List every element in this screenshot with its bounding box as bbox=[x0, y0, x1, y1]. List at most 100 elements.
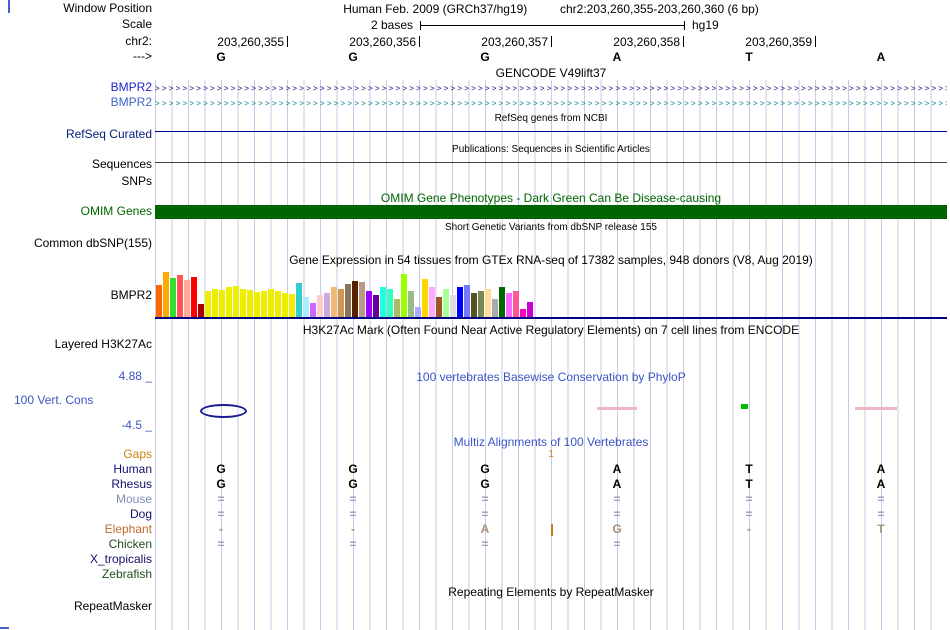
gtex-bar bbox=[261, 291, 267, 318]
gtex-bar bbox=[240, 289, 246, 318]
gencode-gene-label-1[interactable]: BMPR2 bbox=[111, 81, 152, 94]
gtex-bar bbox=[471, 293, 477, 318]
gtex-bar bbox=[506, 293, 512, 318]
ruler-base: G bbox=[480, 50, 490, 64]
species-label-dog: Dog bbox=[129, 507, 152, 521]
ruler-base: T bbox=[745, 50, 753, 64]
gtex-bar bbox=[198, 304, 204, 318]
ruler-tick bbox=[287, 36, 288, 47]
ruler-base: A bbox=[612, 50, 622, 64]
gtex-bar bbox=[254, 292, 260, 318]
gtex-bar bbox=[191, 277, 197, 318]
strand-direction-label: ---> bbox=[133, 49, 152, 63]
gtex-bar bbox=[380, 287, 386, 318]
conservation-negative-mark bbox=[597, 407, 637, 410]
base-sequence-row: GGGATA bbox=[155, 50, 947, 64]
conservation-axis-min: -4.5 _ bbox=[121, 418, 152, 432]
gtex-bar bbox=[275, 291, 281, 318]
species-label-elephant: Elephant bbox=[104, 522, 152, 536]
dbsnp-track-title: Short Genetic Variants from dbSNP releas… bbox=[445, 222, 657, 233]
scale-bar bbox=[420, 25, 684, 26]
gtex-bar bbox=[331, 287, 337, 318]
gtex-bar bbox=[485, 289, 491, 318]
gtex-bar bbox=[366, 291, 372, 318]
species-label-x_tropicalis: X_tropicalis bbox=[89, 552, 152, 566]
gtex-bar bbox=[408, 291, 414, 318]
gtex-bar bbox=[429, 287, 435, 318]
gtex-gene-label[interactable]: BMPR2 bbox=[111, 289, 152, 302]
gtex-bar bbox=[527, 302, 533, 318]
multiz-gap-count: 1 bbox=[548, 449, 554, 460]
gtex-bar bbox=[212, 289, 218, 318]
gtex-baseline bbox=[155, 317, 947, 319]
conservation-negative-mark bbox=[855, 407, 897, 410]
omim-track-label[interactable]: OMIM Genes bbox=[81, 205, 152, 218]
coordinate-ruler: 203,260,355 203,260,356 203,260,357 203,260… bbox=[155, 35, 947, 49]
track-display-area[interactable]: Human Feb. 2009 (GRCh37/hg19) chr2:203,2… bbox=[155, 0, 947, 630]
gtex-bar bbox=[156, 285, 162, 318]
gtex-bar bbox=[345, 284, 351, 318]
scale-value: 2 bases bbox=[370, 18, 413, 32]
ruler-coordinate: 203,260,355 bbox=[217, 35, 284, 49]
gtex-bar bbox=[282, 293, 288, 318]
gtex-bar bbox=[450, 295, 456, 318]
gtex-bar bbox=[464, 285, 470, 318]
species-label-mouse: Mouse bbox=[115, 492, 152, 506]
omim-gene-bar[interactable] bbox=[155, 205, 947, 219]
refseq-track-label[interactable]: RefSeq Curated bbox=[66, 128, 152, 141]
gtex-bar bbox=[163, 272, 169, 318]
conservation-track-title: 100 vertebrates Basewise Conservation by… bbox=[416, 370, 686, 384]
gtex-bar bbox=[268, 289, 274, 318]
publications-item-line[interactable] bbox=[155, 162, 947, 163]
gtex-bar bbox=[436, 297, 442, 318]
gtex-bar bbox=[422, 279, 428, 318]
gtex-bar bbox=[352, 281, 358, 318]
omim-track-title: OMIM Gene Phenotypes - Dark Green Can Be… bbox=[380, 191, 722, 205]
gtex-bar bbox=[457, 287, 463, 318]
h3k27ac-track-title: H3K27Ac Mark (Often Found Near Active Re… bbox=[302, 323, 800, 337]
position-header: Human Feb. 2009 (GRCh37/hg19) chr2:203,2… bbox=[155, 2, 947, 16]
ruler-base: G bbox=[216, 50, 226, 64]
h3k27ac-track-label[interactable]: Layered H3K27Ac bbox=[55, 338, 152, 351]
gtex-bar bbox=[289, 294, 295, 318]
conservation-score-ellipse bbox=[200, 404, 247, 418]
ruler-coordinate: 203,260,359 bbox=[745, 35, 812, 49]
conservation-track-label[interactable]: 100 Vert. Cons bbox=[14, 394, 93, 407]
gtex-bar bbox=[170, 278, 176, 318]
ruler-tick bbox=[683, 36, 684, 47]
gencode-transcript-row-1[interactable]: >>>>>>>>>>>>>>>>>>>>>>>>>>>>>>>>>>>>>>>>… bbox=[155, 84, 947, 94]
gtex-bar bbox=[219, 290, 225, 318]
gtex-bar bbox=[359, 282, 365, 318]
gtex-bar bbox=[205, 291, 211, 318]
dbsnp-track-label[interactable]: Common dbSNP(155) bbox=[34, 237, 152, 250]
gtex-expression-barchart[interactable] bbox=[155, 270, 947, 318]
scale-bar-left-tick bbox=[420, 21, 421, 30]
ruler-base: G bbox=[348, 50, 358, 64]
gencode-gene-label-2[interactable]: BMPR2 bbox=[111, 96, 152, 109]
species-label-zebrafish: Zebrafish bbox=[101, 567, 152, 581]
ruler-coordinate: 203,260,357 bbox=[481, 35, 548, 49]
snps-track-label[interactable]: SNPs bbox=[121, 175, 152, 188]
gtex-bar bbox=[394, 299, 400, 318]
gtex-bar bbox=[184, 280, 190, 318]
publications-track-title: Publications: Sequences in Scientific Ar… bbox=[452, 144, 650, 155]
publications-track-label[interactable]: Sequences bbox=[92, 158, 152, 171]
browser-edge-marker bbox=[8, 0, 10, 13]
gtex-bar bbox=[387, 289, 393, 318]
ruler-tick bbox=[815, 36, 816, 47]
ruler-base: A bbox=[876, 50, 886, 64]
gtex-bar bbox=[338, 289, 344, 318]
genome-version: hg19 bbox=[692, 18, 719, 32]
gtex-bar bbox=[373, 295, 379, 318]
gtex-bar bbox=[492, 299, 498, 318]
gtex-bar bbox=[310, 303, 316, 318]
refseq-gene-line[interactable] bbox=[155, 131, 947, 132]
repeatmasker-track-label[interactable]: RepeatMasker bbox=[74, 600, 152, 613]
ruler-tick bbox=[419, 36, 420, 47]
genome-browser-image: Window Position Scale chr2: ---> BMPR2 B… bbox=[0, 0, 950, 630]
ruler-tick bbox=[551, 36, 552, 47]
track-labels-column: Window Position Scale chr2: ---> BMPR2 B… bbox=[0, 0, 152, 630]
gtex-bar bbox=[226, 287, 232, 318]
window-position-label: Window Position bbox=[63, 1, 152, 15]
gencode-transcript-row-2[interactable]: >>>>>>>>>>>>>>>>>>>>>>>>>>>>>>>>>>>>>>>>… bbox=[155, 99, 947, 109]
